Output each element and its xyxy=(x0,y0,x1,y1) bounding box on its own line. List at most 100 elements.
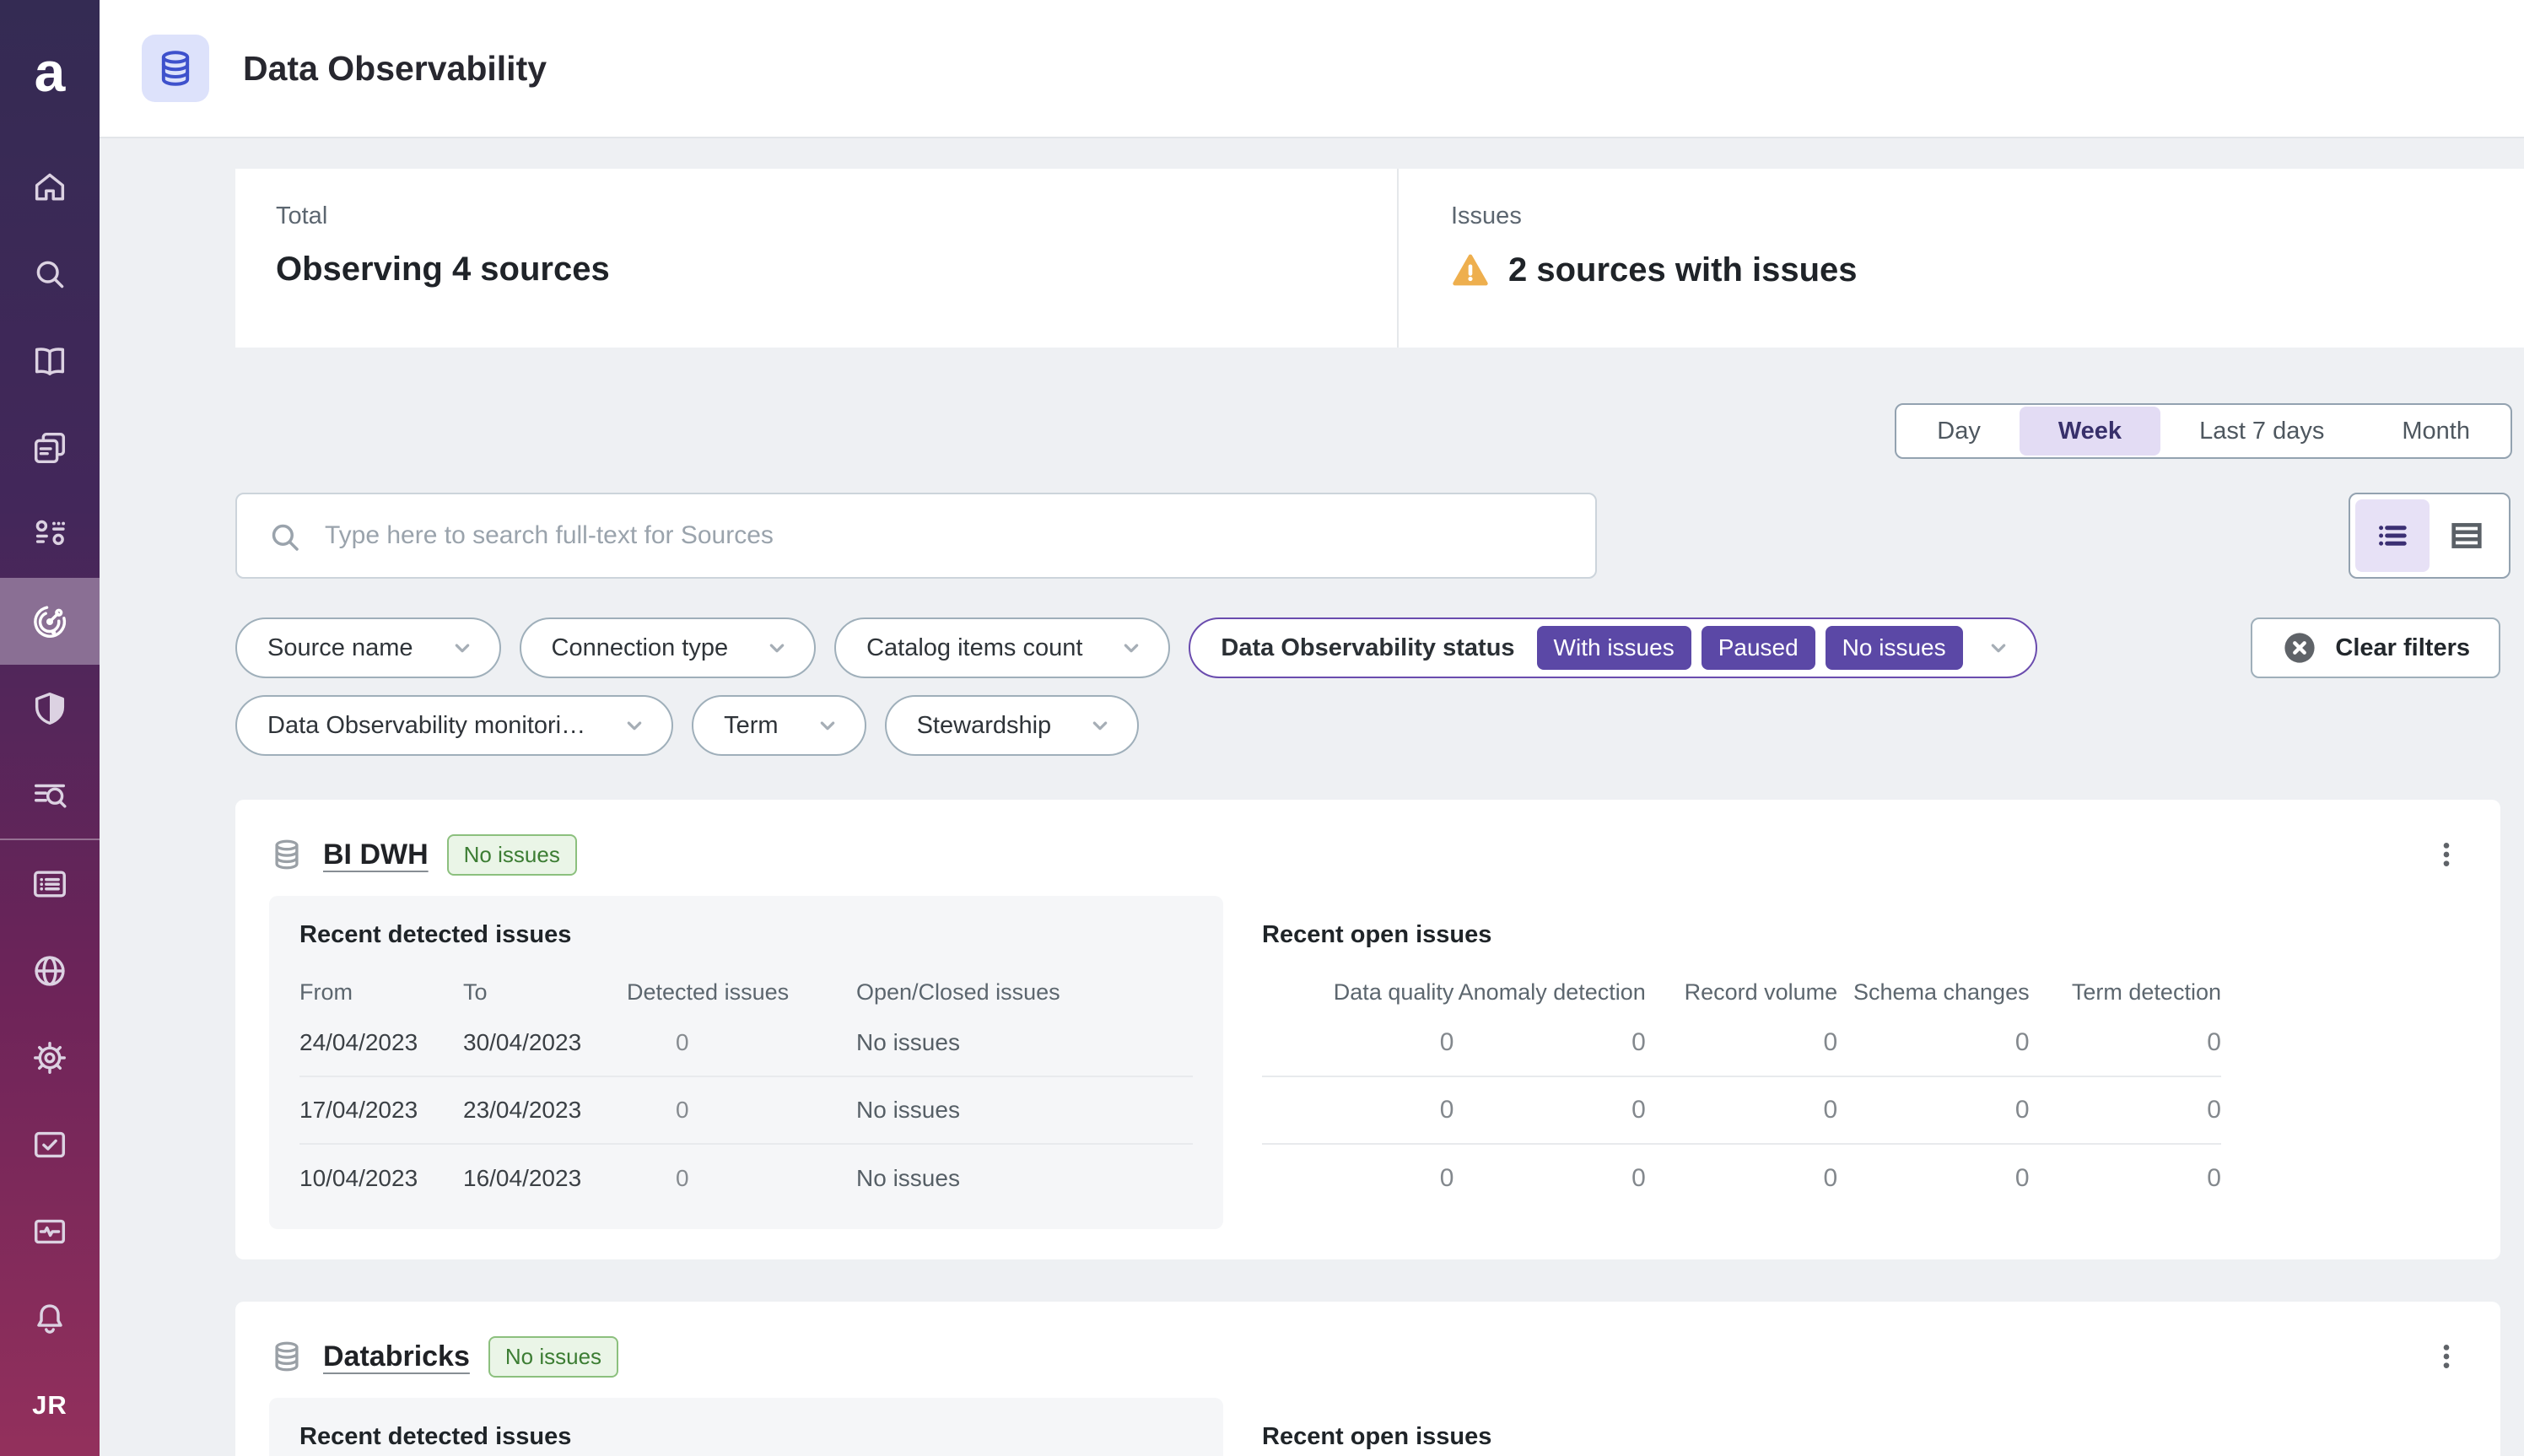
sidebar-item-glossary[interactable] xyxy=(0,317,100,404)
status-badge-paused[interactable]: Paused xyxy=(1702,626,1815,670)
tasks-check-icon xyxy=(30,1125,69,1164)
total-card: Total Observing 4 sources xyxy=(235,169,1399,348)
sidebar-item-catalog[interactable] xyxy=(0,840,100,927)
query-search-icon xyxy=(30,776,69,815)
recent-detected-issues-panel: Recent detected issues From To Detected … xyxy=(269,896,1223,1229)
shield-icon xyxy=(30,689,69,728)
filter-catalog-items-count[interactable]: Catalog items count xyxy=(834,617,1170,678)
total-label: Total xyxy=(276,202,1397,230)
chevron-down-icon xyxy=(449,634,476,661)
panel-title: Recent detected issues xyxy=(299,921,1193,949)
chevron-down-icon xyxy=(814,712,841,739)
sidebar-item-search[interactable] xyxy=(0,230,100,317)
user-avatar[interactable]: JR xyxy=(0,1362,100,1448)
sidebar-item-data-observability[interactable] xyxy=(0,578,100,665)
sidebar-item-browse[interactable] xyxy=(0,927,100,1014)
time-range-toggle: Day Week Last 7 days Month xyxy=(1895,403,2512,459)
sidebar-item-tasks[interactable] xyxy=(0,1101,100,1188)
table-view-icon xyxy=(2447,516,2486,555)
table-view-button[interactable] xyxy=(2430,499,2504,572)
chevron-down-icon xyxy=(1985,634,2012,661)
table-row: 10/04/2023 16/04/2023 0 No issues xyxy=(299,1145,1193,1212)
sidebar: a JR xyxy=(0,0,100,1456)
chevron-down-icon xyxy=(1118,634,1145,661)
search-icon xyxy=(267,520,303,555)
filter-connection-type[interactable]: Connection type xyxy=(520,617,817,678)
filter-term[interactable]: Term xyxy=(692,695,866,756)
sidebar-item-governance[interactable] xyxy=(0,665,100,752)
view-toggle xyxy=(2349,493,2511,579)
book-icon xyxy=(30,342,69,380)
time-option-last7days[interactable]: Last 7 days xyxy=(2160,407,2363,456)
clear-filters-button[interactable]: Clear filters xyxy=(2251,617,2500,678)
page-title: Data Observability xyxy=(243,49,547,89)
clear-filters-label: Clear filters xyxy=(2335,634,2470,662)
gear-icon xyxy=(30,1038,69,1077)
app-logo[interactable]: a xyxy=(0,0,100,143)
table-row: 24/04/2023 30/04/2023 0 No issues xyxy=(299,1010,1193,1077)
domains-icon xyxy=(30,515,69,554)
sidebar-item-home[interactable] xyxy=(0,143,100,230)
list-view-icon xyxy=(2373,516,2412,555)
column-header: Data quality xyxy=(1262,979,1453,1006)
column-header: Term detection xyxy=(2030,979,2221,1006)
kebab-menu-icon xyxy=(2430,838,2463,871)
activity-monitor-icon xyxy=(30,1212,69,1251)
time-option-day[interactable]: Day xyxy=(1898,407,2020,456)
filter-data-observability-status[interactable]: Data Observability status With issues Pa… xyxy=(1189,617,2036,678)
page-header: Data Observability xyxy=(100,0,2524,138)
database-icon xyxy=(269,837,305,872)
issues-value: 2 sources with issues xyxy=(1508,251,1858,289)
main-area: Data Observability Total Observing 4 sou… xyxy=(100,0,2524,1456)
summary-cards: Total Observing 4 sources Issues 2 sourc… xyxy=(235,169,2524,348)
filter-monitoring[interactable]: Data Observability monitori… xyxy=(235,695,673,756)
filter-label: Connection type xyxy=(552,634,729,662)
time-option-month[interactable]: Month xyxy=(2363,407,2509,456)
column-header: Schema changes xyxy=(1837,979,2029,1006)
sidebar-item-domains[interactable] xyxy=(0,491,100,578)
status-badge: No issues xyxy=(447,834,577,876)
sidebar-item-documents[interactable] xyxy=(0,404,100,491)
column-header: Record volume xyxy=(1646,979,1837,1006)
search-icon xyxy=(30,255,69,294)
globe-icon xyxy=(30,952,69,990)
sidebar-item-queries[interactable] xyxy=(0,752,100,839)
column-header: Open/Closed issues xyxy=(856,979,1193,1006)
recent-detected-issues-panel: Recent detected issues From To Detected … xyxy=(269,1398,1223,1456)
search-input[interactable] xyxy=(237,494,1595,577)
panel-title: Recent open issues xyxy=(1262,1423,2221,1451)
source-name-link[interactable]: BI DWH xyxy=(323,839,429,871)
database-icon xyxy=(154,47,197,89)
issues-label: Issues xyxy=(1451,202,2524,230)
issues-card: Issues 2 sources with issues xyxy=(1399,169,2524,348)
filter-label: Term xyxy=(724,712,778,740)
source-card-bi-dwh: BI DWH No issues Recent detected issues … xyxy=(235,800,2500,1259)
time-option-week[interactable]: Week xyxy=(2020,407,2160,456)
filter-label: Source name xyxy=(267,634,413,662)
sidebar-item-settings[interactable] xyxy=(0,1014,100,1101)
filter-bar: Source name Connection type Catalog item… xyxy=(235,617,2500,756)
filter-stewardship[interactable]: Stewardship xyxy=(885,695,1140,756)
source-name-link[interactable]: Databricks xyxy=(323,1340,470,1373)
table-row: 00000 xyxy=(1262,1145,2221,1212)
filter-label: Stewardship xyxy=(917,712,1052,740)
status-badge: No issues xyxy=(488,1336,618,1378)
column-header: Detected issues xyxy=(627,979,856,1006)
filter-label: Data Observability monitori… xyxy=(267,712,585,740)
sidebar-item-monitor[interactable] xyxy=(0,1188,100,1275)
column-header: From xyxy=(299,979,463,1006)
table-row: 00000 xyxy=(1262,1077,2221,1145)
chevron-down-icon xyxy=(621,712,648,739)
card-menu-button[interactable] xyxy=(2426,829,2467,880)
chevron-down-icon xyxy=(763,634,790,661)
status-badge-no-issues[interactable]: No issues xyxy=(1826,626,1963,670)
sidebar-item-notifications[interactable] xyxy=(0,1275,100,1362)
list-view-button[interactable] xyxy=(2355,499,2430,572)
filter-label: Data Observability status xyxy=(1221,634,1514,662)
list-card-icon xyxy=(30,865,69,903)
filter-source-name[interactable]: Source name xyxy=(235,617,501,678)
card-menu-button[interactable] xyxy=(2426,1331,2467,1382)
clear-circle-icon xyxy=(2281,629,2318,666)
table-row: 17/04/2023 23/04/2023 0 No issues xyxy=(299,1077,1193,1145)
status-badge-with-issues[interactable]: With issues xyxy=(1537,626,1691,670)
